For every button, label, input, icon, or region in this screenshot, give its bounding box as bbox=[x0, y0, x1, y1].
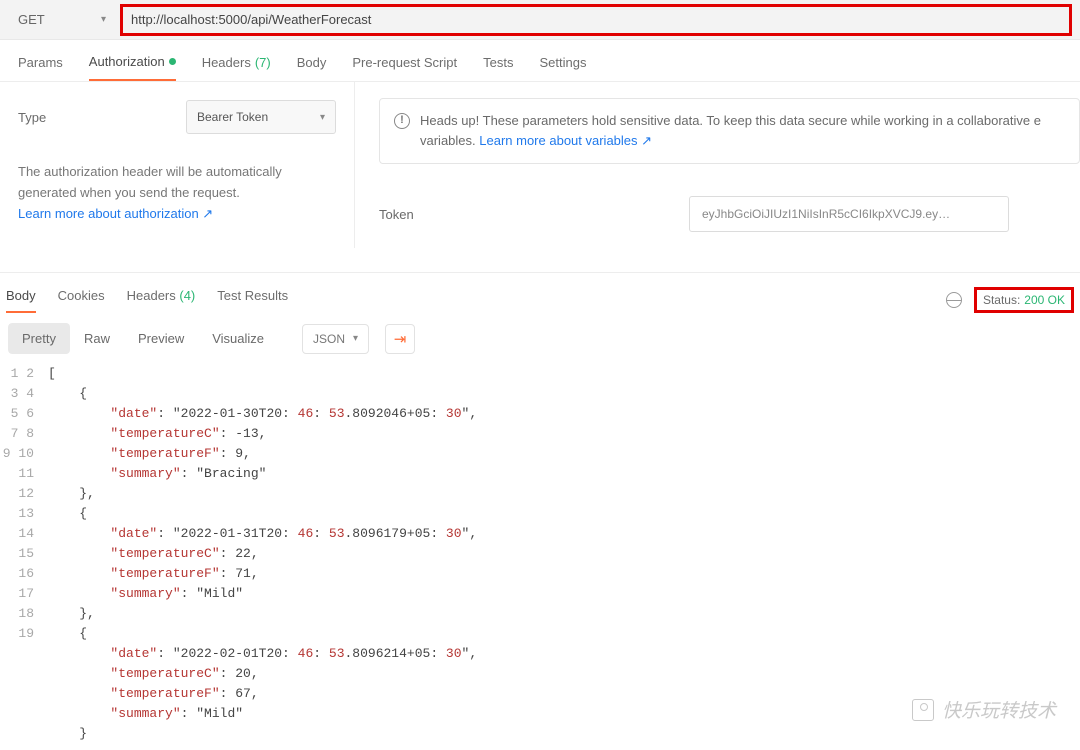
line-gutter: 1 2 3 4 5 6 7 8 9 10 11 12 13 14 15 16 1… bbox=[0, 364, 48, 744]
status-label: Status: bbox=[983, 293, 1020, 307]
language-value: JSON bbox=[313, 332, 345, 346]
globe-icon[interactable] bbox=[946, 292, 962, 308]
auth-left-col: Type Bearer Token ▾ The authorization he… bbox=[0, 82, 355, 248]
tab-headers-label: Headers bbox=[202, 55, 251, 70]
token-input[interactable]: eyJhbGciOiJIUzI1NiIsInR5cCI6IkpXVCJ9.ey… bbox=[689, 196, 1009, 232]
auth-type-value: Bearer Token bbox=[197, 110, 268, 124]
token-value: eyJhbGciOiJIUzI1NiIsInR5cCI6IkpXVCJ9.ey… bbox=[702, 207, 950, 221]
status-value: 200 OK bbox=[1024, 293, 1065, 307]
resp-tab-testresults[interactable]: Test Results bbox=[217, 288, 288, 313]
token-label: Token bbox=[379, 207, 689, 222]
chevron-down-icon: ▾ bbox=[353, 333, 358, 344]
tab-authorization[interactable]: Authorization bbox=[89, 54, 176, 81]
chevron-down-icon: ▾ bbox=[101, 14, 106, 25]
auth-right-col: ! Heads up! These parameters hold sensit… bbox=[355, 82, 1080, 248]
request-url-value: http://localhost:5000/api/WeatherForecas… bbox=[131, 12, 371, 27]
resp-headers-label: Headers bbox=[127, 288, 176, 303]
language-select[interactable]: JSON ▾ bbox=[302, 324, 369, 354]
tab-params[interactable]: Params bbox=[18, 54, 63, 81]
tab-tests[interactable]: Tests bbox=[483, 54, 513, 81]
variables-learn-link[interactable]: Learn more about variables ↗ bbox=[479, 133, 652, 148]
tab-settings[interactable]: Settings bbox=[539, 54, 586, 81]
view-visualize-button[interactable]: Visualize bbox=[198, 323, 278, 354]
request-tabs: Params Authorization Headers (7) Body Pr… bbox=[0, 40, 1080, 82]
view-mode-segment: Pretty Raw Preview Visualize bbox=[8, 323, 278, 354]
resp-tab-body[interactable]: Body bbox=[6, 288, 36, 313]
view-preview-button[interactable]: Preview bbox=[124, 323, 198, 354]
tab-headers[interactable]: Headers (7) bbox=[202, 54, 271, 81]
chevron-down-icon: ▾ bbox=[320, 112, 325, 123]
auth-desc-text: The authorization header will be automat… bbox=[18, 164, 282, 200]
watermark-text: 快乐玩转技术 bbox=[942, 696, 1056, 723]
auth-type-label: Type bbox=[18, 110, 46, 125]
authorization-panel: Type Bearer Token ▾ The authorization he… bbox=[0, 82, 1080, 248]
auth-warning-banner: ! Heads up! These parameters hold sensit… bbox=[379, 98, 1080, 164]
auth-banner-text2: variables. bbox=[420, 133, 476, 148]
view-raw-button[interactable]: Raw bbox=[70, 323, 124, 354]
auth-learn-link[interactable]: Learn more about authorization ↗ bbox=[18, 206, 213, 221]
http-method-value: GET bbox=[18, 12, 45, 27]
auth-description: The authorization header will be automat… bbox=[18, 162, 336, 224]
response-tabs: Body Cookies Headers (4) Test Results bbox=[6, 288, 288, 313]
line-wrap-button[interactable]: ⇥ bbox=[385, 324, 415, 354]
wechat-icon bbox=[912, 699, 934, 721]
http-method-select[interactable]: GET ▾ bbox=[4, 4, 116, 36]
info-icon: ! bbox=[394, 113, 410, 129]
view-pretty-button[interactable]: Pretty bbox=[8, 323, 70, 354]
response-format-bar: Pretty Raw Preview Visualize JSON ▾ ⇥ bbox=[0, 313, 1080, 364]
request-url-bar: GET ▾ http://localhost:5000/api/WeatherF… bbox=[0, 0, 1080, 40]
tab-prerequest[interactable]: Pre-request Script bbox=[352, 54, 457, 81]
resp-tab-headers[interactable]: Headers (4) bbox=[127, 288, 196, 313]
tab-headers-count: (7) bbox=[255, 55, 271, 70]
auth-banner-text: Heads up! These parameters hold sensitiv… bbox=[420, 113, 1041, 128]
tab-body[interactable]: Body bbox=[297, 54, 327, 81]
auth-active-dot-icon bbox=[169, 58, 176, 65]
code-source[interactable]: [ { "date": "2022-01-30T20: 46: 53.80920… bbox=[48, 364, 1080, 744]
watermark: 快乐玩转技术 bbox=[912, 696, 1056, 723]
response-meta: Status: 200 OK bbox=[946, 287, 1074, 313]
auth-type-select[interactable]: Bearer Token ▾ bbox=[186, 100, 336, 134]
response-bar: Body Cookies Headers (4) Test Results St… bbox=[0, 272, 1080, 313]
response-body-code[interactable]: 1 2 3 4 5 6 7 8 9 10 11 12 13 14 15 16 1… bbox=[0, 364, 1080, 750]
tab-authorization-label: Authorization bbox=[89, 54, 165, 69]
request-url-input[interactable]: http://localhost:5000/api/WeatherForecas… bbox=[120, 4, 1072, 36]
response-status: Status: 200 OK bbox=[974, 287, 1074, 313]
resp-headers-count: (4) bbox=[179, 288, 195, 303]
resp-tab-cookies[interactable]: Cookies bbox=[58, 288, 105, 313]
